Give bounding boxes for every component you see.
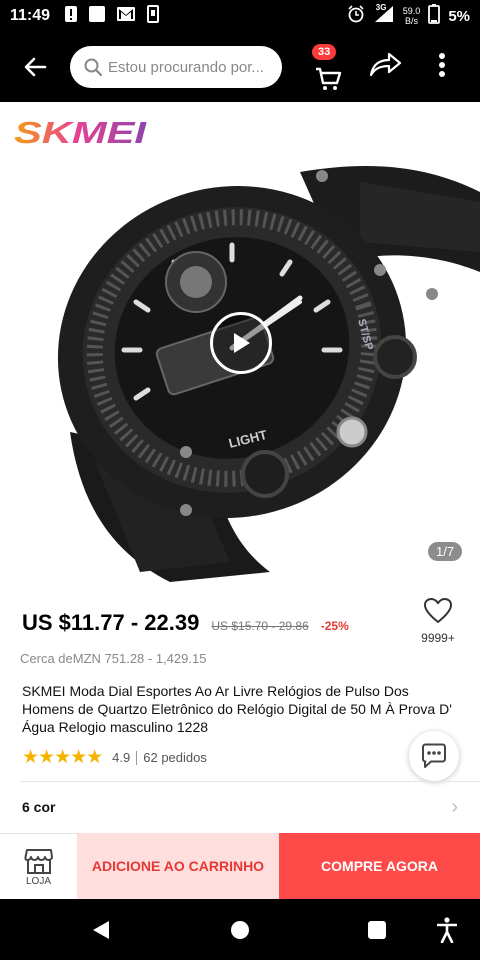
phone-data-icon <box>146 5 160 27</box>
network-speed: 59.0 B/s <box>403 6 421 26</box>
accessibility-icon[interactable] <box>437 917 457 943</box>
play-icon <box>234 333 250 353</box>
cart-button[interactable]: 33 <box>308 42 348 92</box>
rating-separator <box>136 750 138 765</box>
search-input[interactable] <box>108 58 268 76</box>
alert-icon <box>64 5 78 27</box>
status-time: 11:49 <box>10 7 51 24</box>
price-row: US $11.77 - 22.39 US $15.70 - 29.86 -25% <box>22 610 349 636</box>
signal-icon: 3G <box>373 3 395 27</box>
approx-local-price: Cerca deMZN 751.28 - 1,429.15 <box>20 651 207 666</box>
bottom-action-bar: LOJA ADICIONE AO CARRINHO COMPRE AGORA <box>0 833 480 899</box>
search-icon <box>84 58 102 76</box>
nav-home-icon[interactable] <box>231 921 249 939</box>
signal-type-label: 3G <box>375 3 387 12</box>
add-to-cart-button[interactable]: ADICIONE AO CARRINHO <box>77 833 279 899</box>
store-icon <box>23 849 53 874</box>
price-range: US $11.77 - 22.39 <box>22 610 200 635</box>
share-icon <box>369 52 402 77</box>
image-page-indicator: 1/7 <box>428 542 463 561</box>
chat-button[interactable] <box>409 731 459 781</box>
network-speed-unit: B/s <box>405 16 419 26</box>
share-button[interactable] <box>368 50 402 83</box>
cart-icon <box>316 67 342 90</box>
store-label: LOJA <box>25 876 51 887</box>
chevron-right-icon: › <box>451 795 458 818</box>
network-speed-value: 59.0 <box>402 6 421 16</box>
more-vertical-icon <box>439 53 445 77</box>
color-variants-row[interactable]: 6 cor › <box>0 782 480 832</box>
battery-icon <box>428 4 441 28</box>
battery-level: 5% <box>448 7 470 25</box>
back-button[interactable] <box>0 32 70 102</box>
discount-badge: -25% <box>320 619 349 633</box>
wishlist-count: 9999+ <box>421 631 455 645</box>
search-bar[interactable] <box>70 46 282 88</box>
play-video-button[interactable] <box>210 312 272 374</box>
product-image-gallery[interactable]: SKMEI LIGHT ST/SP 1/7 <box>0 102 480 592</box>
more-options-button[interactable] <box>438 52 446 83</box>
wishlist-button[interactable]: 9999+ <box>418 597 458 645</box>
nav-recents-icon[interactable] <box>368 921 386 939</box>
star-rating: ★★★★★ <box>22 747 103 768</box>
heart-icon <box>423 597 453 624</box>
original-price: US $15.70 - 29.86 <box>211 619 309 633</box>
alarm-icon <box>347 5 365 27</box>
store-button[interactable]: LOJA <box>0 833 77 899</box>
status-bar: 11:49 3G 59.0 B/s 5% <box>0 0 480 32</box>
cart-count-badge: 33 <box>312 44 337 60</box>
product-title: SKMEI Moda Dial Esportes Ao Ar Livre Rel… <box>22 683 452 735</box>
chat-bubble-icon <box>422 743 446 768</box>
app-header: 33 <box>0 32 480 102</box>
buy-now-button[interactable]: COMPRE AGORA <box>279 833 480 899</box>
back-arrow-icon <box>24 57 47 77</box>
notification-square-icon <box>88 5 106 27</box>
variants-label: 6 cor <box>22 799 56 815</box>
gmail-icon <box>116 6 136 26</box>
rating-row[interactable]: ★★★★★ 4.9 62 pedidos <box>22 746 207 769</box>
nav-back-icon[interactable] <box>92 920 110 940</box>
orders-count: 62 pedidos <box>143 750 207 765</box>
system-nav-bar <box>0 899 480 960</box>
rating-value: 4.9 <box>112 750 131 765</box>
